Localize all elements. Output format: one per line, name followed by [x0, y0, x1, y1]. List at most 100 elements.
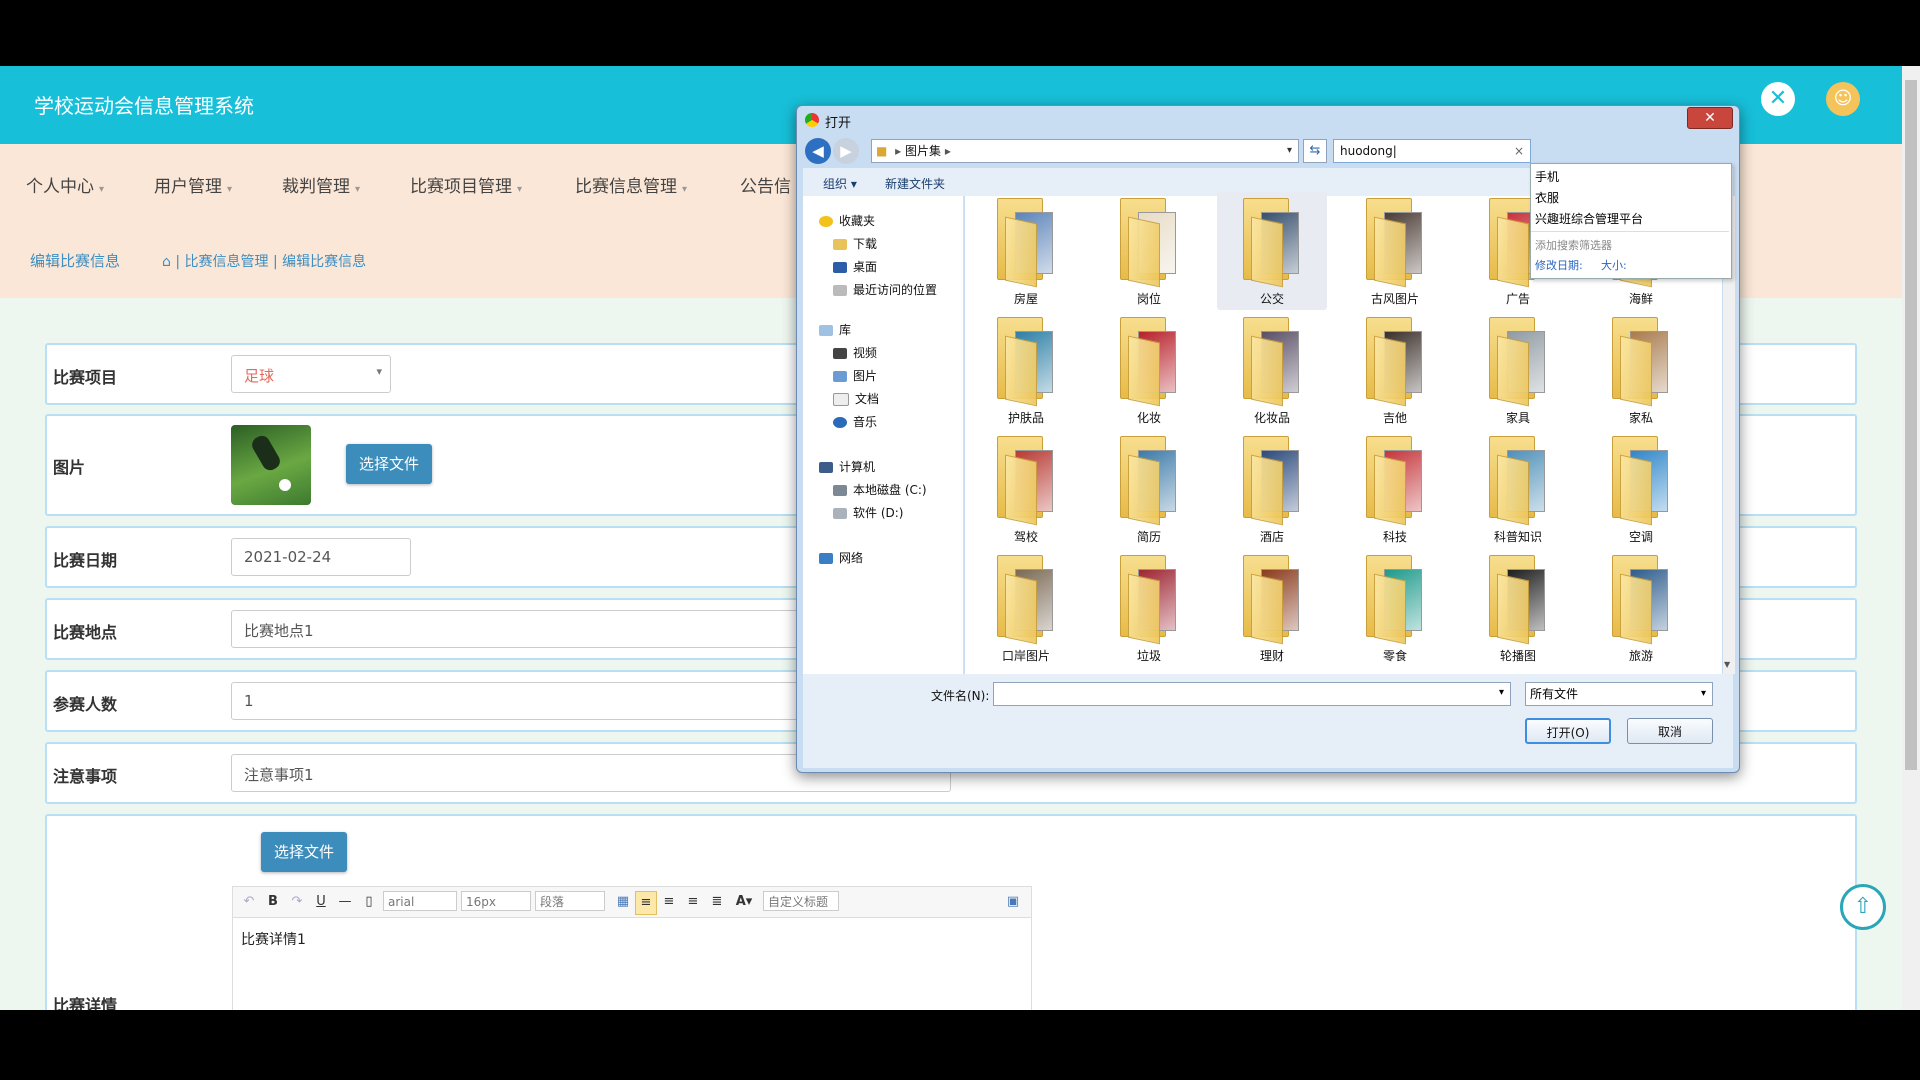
- folder-icon: [1612, 317, 1670, 407]
- folder-item[interactable]: 吉他: [1340, 311, 1450, 429]
- folder-item[interactable]: 零食: [1340, 549, 1450, 667]
- font-size-select[interactable]: 16px: [461, 891, 531, 911]
- horizontal-rule-icon[interactable]: —: [335, 891, 355, 913]
- folder-name: 科普知识: [1493, 530, 1542, 544]
- folder-item[interactable]: 岗位: [1094, 192, 1204, 310]
- tree-disk-d[interactable]: 软件 (D:): [833, 504, 903, 521]
- chevron-down-icon[interactable]: ▾: [1499, 687, 1504, 698]
- tree-network[interactable]: 网络: [819, 549, 863, 566]
- folder-item[interactable]: 轮播图: [1463, 549, 1573, 667]
- filetype-select[interactable]: 所有文件 ▾: [1525, 682, 1713, 706]
- refresh-icon[interactable]: ⇆: [1303, 139, 1327, 163]
- tree-libraries[interactable]: 库: [819, 321, 851, 338]
- folder-item[interactable]: 口岸图片: [971, 549, 1081, 667]
- tree-favorites[interactable]: 收藏夹: [819, 212, 875, 229]
- folder-item[interactable]: 简历: [1094, 430, 1204, 548]
- tree-documents[interactable]: 文档: [833, 390, 879, 407]
- folder-item[interactable]: 家私: [1586, 311, 1696, 429]
- paragraph-select[interactable]: 段落: [535, 891, 605, 911]
- clear-search-icon[interactable]: ×: [1514, 140, 1524, 162]
- organize-button[interactable]: 组织 ▾: [823, 175, 857, 192]
- nav-matches[interactable]: 比赛信息管理 ▾: [575, 172, 687, 197]
- suggestion-item[interactable]: 手机: [1535, 168, 1559, 185]
- editor-content[interactable]: 比赛详情1: [241, 929, 306, 949]
- fullscreen-icon[interactable]: ✕: [1761, 82, 1795, 116]
- forward-arrow-icon[interactable]: ▶: [833, 138, 859, 164]
- folder-item[interactable]: 酒店: [1217, 430, 1327, 548]
- back-arrow-icon[interactable]: ◀: [805, 138, 831, 164]
- align-center-icon[interactable]: ≡: [683, 891, 703, 913]
- project-select[interactable]: 足球 ▾: [231, 355, 391, 393]
- date-input[interactable]: 2021-02-24: [231, 538, 411, 576]
- custom-heading-select[interactable]: 自定义标题: [763, 891, 839, 911]
- address-bar[interactable]: ■ ▸ 图片集 ▸ ▾: [871, 139, 1299, 163]
- folder-name: 零食: [1382, 649, 1407, 663]
- tree-recent[interactable]: 最近访问的位置: [833, 281, 937, 298]
- nav-projects[interactable]: 比赛项目管理 ▾: [410, 172, 522, 197]
- tree-computer[interactable]: 计算机: [819, 458, 875, 475]
- filter-date-link[interactable]: 修改日期:: [1535, 257, 1583, 273]
- search-input[interactable]: huodong| ×: [1333, 139, 1531, 163]
- align-right-icon[interactable]: ≡: [659, 891, 679, 913]
- open-button[interactable]: 打开(O): [1525, 718, 1611, 744]
- suggestion-item[interactable]: 兴趣班综合管理平台: [1535, 210, 1643, 227]
- undo-icon[interactable]: ↶: [239, 891, 259, 913]
- choose-details-file-button[interactable]: 选择文件: [261, 832, 347, 872]
- folder-name: 房屋: [1013, 292, 1038, 306]
- dialog-close-button[interactable]: ✕: [1687, 107, 1733, 129]
- tree-downloads[interactable]: 下载: [833, 235, 877, 252]
- computer-icon: [819, 462, 833, 473]
- page-icon[interactable]: ▯: [359, 891, 379, 913]
- home-icon[interactable]: ⌂: [162, 254, 175, 270]
- folder-item[interactable]: 旅游: [1586, 549, 1696, 667]
- breadcrumb-path[interactable]: | 比赛信息管理 | 编辑比赛信息: [175, 254, 366, 270]
- address-row: ◀ ▶ ■ ▸ 图片集 ▸ ▾ ⇆ huodong| ×: [803, 136, 1733, 166]
- table-icon[interactable]: ▦: [613, 891, 633, 913]
- tree-disk-c[interactable]: 本地磁盘 (C:): [833, 481, 927, 498]
- folder-item[interactable]: 房屋: [971, 192, 1081, 310]
- bold-icon[interactable]: B: [263, 891, 283, 913]
- filter-size-link[interactable]: 大小:: [1601, 257, 1627, 273]
- folder-item[interactable]: 科普知识: [1463, 430, 1573, 548]
- folder-item[interactable]: 化妆品: [1217, 311, 1327, 429]
- nav-referees[interactable]: 裁判管理 ▾: [282, 172, 360, 197]
- folder-name: 古风图片: [1370, 292, 1419, 306]
- nav-personal[interactable]: 个人中心 ▾: [26, 172, 104, 197]
- nav-notices[interactable]: 公告信: [740, 172, 791, 197]
- font-family-select[interactable]: arial: [383, 891, 457, 911]
- folder-item[interactable]: 空调: [1586, 430, 1696, 548]
- chevron-down-icon[interactable]: ▾: [1287, 140, 1292, 162]
- justify-icon[interactable]: ≣: [707, 891, 727, 913]
- folder-item[interactable]: 垃圾: [1094, 549, 1204, 667]
- tree-videos[interactable]: 视频: [833, 344, 877, 361]
- tree-desktop[interactable]: 桌面: [833, 258, 877, 275]
- align-left-icon[interactable]: ≡: [635, 891, 657, 915]
- user-avatar-icon[interactable]: ☺: [1826, 82, 1860, 116]
- suggestion-item[interactable]: 衣服: [1535, 189, 1559, 206]
- tree-music[interactable]: 音乐: [833, 413, 877, 430]
- folder-name: 旅游: [1628, 649, 1653, 663]
- back-to-top-icon[interactable]: ⇧: [1840, 884, 1886, 930]
- filename-input[interactable]: ▾: [993, 682, 1511, 706]
- redo-icon[interactable]: ↷: [287, 891, 307, 913]
- tree-pictures[interactable]: 图片: [833, 367, 877, 384]
- folder-item[interactable]: 驾校: [971, 430, 1081, 548]
- folder-name: 护肤品: [1007, 411, 1044, 425]
- folder-item[interactable]: 科技: [1340, 430, 1450, 548]
- preview-icon[interactable]: ▣: [1003, 891, 1023, 913]
- folder-item[interactable]: 古风图片: [1340, 192, 1450, 310]
- new-folder-button[interactable]: 新建文件夹: [885, 175, 945, 192]
- folder-item[interactable]: 理财: [1217, 549, 1327, 667]
- notes-label: 注意事项: [53, 767, 118, 786]
- font-color-icon[interactable]: A▾: [731, 891, 757, 913]
- folder-item[interactable]: 化妆: [1094, 311, 1204, 429]
- folder-item[interactable]: 公交: [1217, 192, 1327, 310]
- underline-icon[interactable]: U: [311, 891, 331, 913]
- cancel-button[interactable]: 取消: [1627, 718, 1713, 744]
- scroll-down-icon[interactable]: ▼: [1724, 660, 1730, 669]
- choose-image-button[interactable]: 选择文件: [346, 444, 432, 484]
- folder-item[interactable]: 护肤品: [971, 311, 1081, 429]
- folder-item[interactable]: 家具: [1463, 311, 1573, 429]
- page-scrollbar-thumb[interactable]: [1905, 80, 1917, 770]
- nav-users[interactable]: 用户管理 ▾: [154, 172, 232, 197]
